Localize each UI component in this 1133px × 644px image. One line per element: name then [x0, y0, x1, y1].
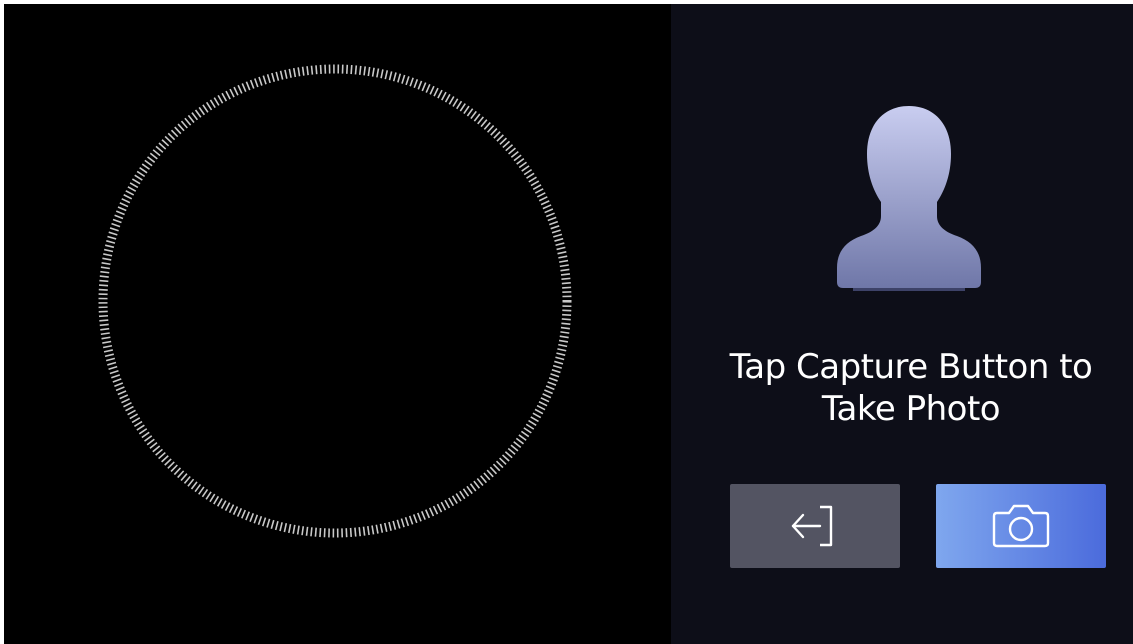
capture-instruction: Tap Capture Button to Take Photo — [671, 346, 1133, 430]
exit-arrow-icon — [791, 505, 833, 547]
face-frame-ring — [98, 64, 572, 538]
camera-icon — [992, 504, 1050, 548]
camera-preview — [4, 4, 671, 644]
side-panel: Tap Capture Button to Take Photo — [671, 4, 1133, 644]
capture-instruction-line1: Tap Capture Button to — [729, 347, 1093, 387]
capture-button[interactable] — [936, 484, 1106, 568]
face-capture-screen: Tap Capture Button to Take Photo — [4, 4, 1133, 644]
exit-button[interactable] — [730, 484, 900, 568]
person-silhouette-icon — [829, 102, 989, 294]
capture-instruction-line2: Take Photo — [821, 389, 1001, 429]
